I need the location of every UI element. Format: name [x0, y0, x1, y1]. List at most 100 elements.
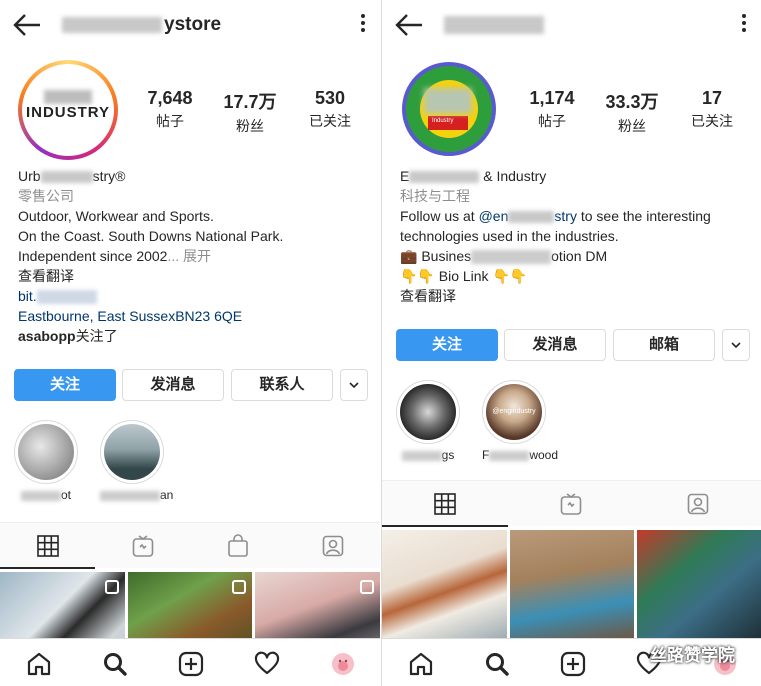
profile-avatar[interactable]: INDUSTRY [18, 60, 118, 160]
bio-line: technologies used in the industries. [400, 228, 619, 244]
right-profile-pane: Industry 1,174 帖子 33.3万 粉丝 17 已关注 E & In… [381, 0, 761, 686]
search-icon[interactable] [102, 651, 128, 677]
profile-username [444, 14, 544, 36]
followed-by-text[interactable]: asabopp关注了 [18, 326, 370, 346]
profile-category: 零售公司 [18, 188, 74, 204]
shopping-badge-icon [105, 580, 119, 594]
stat-posts[interactable]: 7,648 帖子 [130, 88, 210, 131]
story-highlight[interactable]: ot [14, 420, 78, 502]
bio-line: Outdoor, Workwear and Sports. [18, 208, 214, 224]
tab-igtv[interactable] [508, 481, 634, 527]
search-icon[interactable] [484, 651, 510, 677]
chevron-down-icon [731, 342, 741, 349]
shopping-badge-icon [232, 580, 246, 594]
username-text: ystore [164, 14, 222, 35]
top-bar [382, 0, 761, 50]
profile-username: ystore [62, 14, 221, 36]
highlight-overlay-text: @engindustry [492, 408, 536, 415]
back-arrow-icon[interactable] [12, 12, 42, 38]
more-options-icon[interactable] [360, 14, 366, 34]
activity-heart-icon[interactable] [254, 651, 280, 677]
story-highlight[interactable]: gs [396, 380, 460, 462]
back-arrow-icon[interactable] [394, 12, 424, 38]
suggested-dropdown-button[interactable] [722, 329, 750, 361]
stat-posts[interactable]: 1,174 帖子 [512, 88, 592, 131]
tab-grid[interactable] [0, 523, 95, 569]
story-highlight[interactable]: an [100, 420, 173, 502]
bio-line: 💼 Busines otion DM [400, 248, 608, 265]
translate-link[interactable]: 查看翻译 [400, 286, 751, 306]
following-label: 已关注 [691, 113, 733, 129]
email-button[interactable]: 邮箱 [613, 329, 715, 361]
new-post-icon[interactable] [560, 651, 586, 677]
follow-button[interactable]: 关注 [396, 329, 498, 361]
followers-label: 粉丝 [236, 118, 264, 134]
home-icon[interactable] [408, 651, 434, 677]
highlight-label: an [100, 488, 173, 502]
posts-label: 帖子 [538, 113, 566, 129]
chevron-down-icon [349, 382, 359, 389]
tagged-user-icon [322, 535, 343, 557]
grid-icon [36, 535, 59, 557]
left-profile-pane: ystore INDUSTRY 7,648 帖子 17.7万 粉丝 530 已关… [0, 0, 380, 686]
message-button[interactable]: 发消息 [122, 369, 224, 401]
shopping-badge-icon [360, 580, 374, 594]
redacted-text [444, 15, 544, 34]
post-grid [382, 530, 761, 640]
bio-website-link[interactable]: bit. [18, 286, 370, 306]
story-highlight[interactable]: @engindustry Fwood [482, 380, 558, 462]
tab-tagged[interactable] [634, 481, 761, 527]
post-thumbnail[interactable] [510, 530, 634, 640]
profile-tabs [382, 480, 761, 527]
message-button[interactable]: 发消息 [504, 329, 606, 361]
follow-button[interactable]: 关注 [14, 369, 116, 401]
profile-display-name: E & Industry [400, 168, 547, 184]
profile-actions: 关注 发消息 联系人 [14, 369, 370, 401]
followers-count: 33.3万 [605, 92, 659, 112]
contact-button[interactable]: 联系人 [231, 369, 333, 401]
stat-following[interactable]: 530 已关注 [290, 88, 370, 131]
avatar-logo-text: Industry [432, 118, 454, 124]
stat-followers[interactable]: 17.7万 粉丝 [210, 88, 290, 136]
igtv-icon [560, 493, 582, 515]
redacted-text [62, 16, 162, 33]
posts-label: 帖子 [156, 113, 184, 129]
bio-line: On the Coast. South Downs National Park. [18, 228, 284, 244]
avatar-logo-text: INDUSTRY [25, 104, 111, 121]
expand-bio-link[interactable]: ... 展开 [167, 248, 211, 264]
profile-bio: Urb stry® 零售公司 Outdoor, Workwear and Spor… [18, 166, 370, 346]
stat-followers[interactable]: 33.3万 粉丝 [592, 88, 672, 136]
more-options-icon[interactable] [741, 14, 747, 34]
igtv-icon [132, 535, 153, 557]
highlight-label: gs [396, 448, 460, 462]
bio-line: Independent since 2002... 展开 [18, 248, 212, 264]
suggested-dropdown-button[interactable] [340, 369, 368, 401]
post-thumbnail[interactable] [637, 530, 761, 640]
profile-tabs [0, 522, 380, 569]
followers-label: 粉丝 [618, 118, 646, 134]
bio-line: 👇👇 Bio Link 👇👇 [400, 268, 528, 284]
bio-address-link[interactable]: Eastbourne, East SussexBN23 6QE [18, 306, 370, 326]
bio-line: Follow us at @en stry to see the interest… [400, 208, 711, 224]
shopping-bag-icon [227, 534, 248, 557]
translate-link[interactable]: 查看翻译 [18, 266, 370, 286]
top-bar: ystore [0, 0, 380, 50]
stat-following[interactable]: 17 已关注 [672, 88, 752, 131]
tab-grid[interactable] [382, 481, 509, 527]
profile-avatar[interactable]: Industry [402, 62, 496, 156]
grid-icon [434, 493, 456, 515]
tab-igtv[interactable] [95, 523, 190, 569]
new-post-icon[interactable] [178, 651, 204, 677]
watermark-text: 丝路赞学院 [650, 646, 735, 665]
profile-stats: 7,648 帖子 17.7万 粉丝 530 已关注 [130, 88, 370, 134]
home-icon[interactable] [26, 651, 52, 677]
profile-actions: 关注 发消息 邮箱 [396, 329, 751, 361]
tab-shop[interactable] [190, 523, 285, 569]
post-thumbnail[interactable] [382, 530, 507, 640]
bio-mention-link[interactable]: @en stry [479, 208, 577, 224]
tab-tagged[interactable] [285, 523, 380, 569]
profile-avatar-icon[interactable] [330, 651, 356, 677]
redacted-logo [44, 90, 92, 104]
redacted-logo [424, 88, 472, 114]
followers-count: 17.7万 [223, 92, 277, 112]
